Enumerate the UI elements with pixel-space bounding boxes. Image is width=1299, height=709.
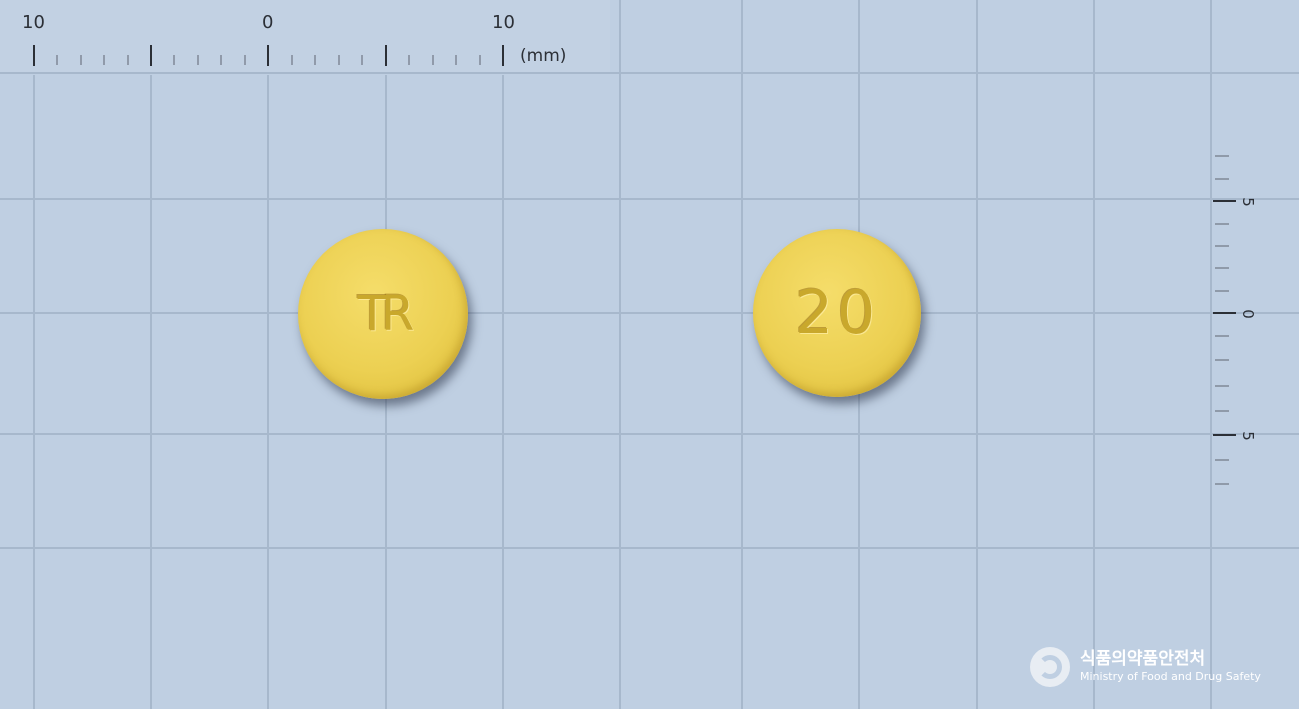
- right-ruler-ticks: [1213, 200, 1236, 436]
- ministry-logo: 식품의약품안전처 Ministry of Food and Drug Safet…: [1030, 647, 1261, 687]
- pill-imprint-back: 20: [794, 278, 880, 348]
- right-ruler-label-center: 0: [1238, 309, 1257, 319]
- top-ruler-label-left: 10: [22, 12, 45, 33]
- top-ruler-label-center: 0: [262, 12, 274, 33]
- ruler-unit: (mm): [520, 46, 567, 66]
- pill-imprint-front: TR: [357, 286, 415, 342]
- right-ruler-label-top: 5: [1238, 197, 1257, 207]
- measurement-grid: [0, 0, 1299, 709]
- right-ruler-label-bottom: 5: [1238, 431, 1257, 441]
- pill-front: TR: [298, 229, 468, 399]
- pill-photo: 10 0 10 (mm) 5 0 5 TR 20 식품의약품안전처 Minist…: [0, 0, 1299, 709]
- pill-back: 20: [753, 229, 921, 397]
- ministry-name-english: Ministry of Food and Drug Safety: [1080, 670, 1261, 683]
- top-ruler-label-right: 10: [492, 12, 515, 33]
- ministry-emblem-icon: [1030, 647, 1070, 687]
- ministry-name-korean: 식품의약품안전처: [1080, 649, 1206, 669]
